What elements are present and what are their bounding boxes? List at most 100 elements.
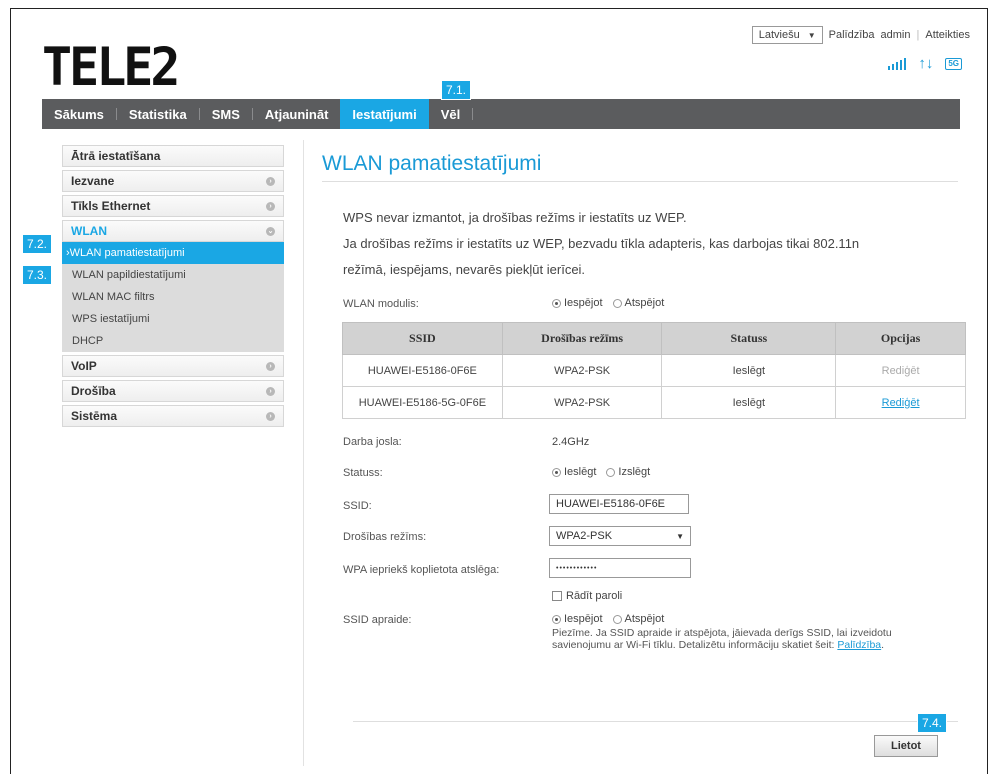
sidebar-subitem-label: WLAN pamatiestatījumi (69, 247, 185, 259)
show-password-checkbox[interactable] (552, 591, 562, 601)
band-label: Darba josla: (343, 436, 402, 448)
band-value: 2.4GHz (552, 436, 590, 448)
edit-link[interactable]: Rediģēt (882, 365, 920, 377)
radio-icon[interactable] (612, 614, 622, 624)
signal-icon (888, 58, 907, 70)
wlan-disable-option[interactable]: Atspējot (612, 297, 665, 309)
ssid-input[interactable]: HUAWEI-E5186-0F6E (549, 494, 689, 514)
chevron-down-icon: ⌄ (266, 226, 275, 236)
radio-selected-icon[interactable] (552, 467, 561, 477)
sidebar-item-label: VoIP (71, 359, 97, 373)
sidebar-item-voip[interactable]: VoIP › (62, 355, 284, 377)
radio-label: Ieslēgt (564, 466, 597, 478)
main-nav: Sākums Statistika SMS Atjaunināt Iestatī… (42, 99, 960, 129)
sidebar-subitem-wlan-basic[interactable]: › WLAN pamatiestatījumi (62, 242, 284, 264)
sidebar-subitem-wps[interactable]: WPS iestatījumi (62, 308, 284, 330)
show-password-label: Rādīt paroli (566, 590, 623, 602)
wlan-module-radios: Iespējot Atspējot (552, 297, 670, 309)
sidebar-item-label: WLAN (71, 224, 107, 238)
broadcast-enable-option[interactable]: Iespējot (552, 613, 603, 625)
security-cell: WPA2-PSK (501, 354, 663, 387)
wlan-module-label: WLAN modulis: (343, 298, 419, 310)
sidebar: Ātrā iestatīšana Iezvane › Tīkls Etherne… (62, 145, 284, 430)
language-value: Latviešu (758, 29, 800, 41)
edit-link[interactable]: Rediģēt (882, 397, 920, 409)
sidebar-subitem-dhcp[interactable]: DHCP (62, 330, 284, 352)
callout-7-2: 7.2. (22, 234, 53, 254)
sidebar-item-dialup[interactable]: Iezvane › (62, 170, 284, 192)
sidebar-item-label: Ātrā iestatīšana (71, 149, 161, 163)
wpa-key-label: WPA iepriekš koplietota atslēga: (343, 564, 500, 576)
security-mode-select[interactable]: WPA2-PSK ▼ (549, 526, 691, 546)
ssid-cell: HUAWEI-E5186-5G-0F6E (342, 386, 503, 419)
column-header: Statuss (661, 322, 837, 355)
table-row: HUAWEI-E5186-5G-0F6E WPA2-PSK Ieslēgt Re… (342, 386, 966, 419)
sidebar-item-label: Iezvane (71, 174, 115, 188)
chevron-down-icon: ▼ (807, 30, 816, 40)
sidebar-item-label: Tīkls Ethernet (71, 199, 151, 213)
sidebar-item-label: Sistēma (71, 409, 118, 423)
radio-label: Izslēgt (618, 466, 651, 478)
nav-settings[interactable]: Iestatījumi (340, 99, 429, 129)
help-link[interactable]: Palīdzība (829, 29, 875, 41)
callout-7-4: 7.4. (917, 713, 948, 733)
chevron-right-icon: › (266, 386, 275, 396)
separator: | (916, 29, 920, 41)
sidebar-item-wlan[interactable]: WLAN ⌄ (62, 220, 284, 242)
wlan-enable-option[interactable]: Iespējot (552, 297, 603, 309)
divider (353, 721, 958, 722)
nav-update[interactable]: Atjaunināt (253, 99, 341, 129)
nav-separator (472, 108, 474, 120)
page-title: WLAN pamatiestatījumi (322, 152, 542, 175)
security-mode-value: WPA2-PSK (556, 530, 613, 542)
ssid-broadcast-radios: Iespējot Atspējot (552, 613, 670, 625)
nav-more[interactable]: Vēl (429, 99, 473, 129)
radio-icon[interactable] (612, 298, 622, 308)
info-text: Ja drošības režīms ir iestatīts uz WEP, … (343, 236, 860, 251)
wpa-key-input[interactable]: •••••••••••• (549, 558, 691, 578)
radio-label: Atspējot (624, 613, 665, 625)
tele2-logo: TELE2 (42, 36, 181, 98)
sidebar-item-security[interactable]: Drošība › (62, 380, 284, 402)
chevron-right-icon: › (266, 361, 275, 371)
radio-label: Iespējot (564, 297, 603, 309)
sidebar-item-ethernet[interactable]: Tīkls Ethernet › (62, 195, 284, 217)
status-off-option[interactable]: Izslēgt (606, 466, 650, 478)
chevron-right-icon: › (266, 176, 275, 186)
broadcast-disable-option[interactable]: Atspējot (612, 613, 665, 625)
security-mode-label: Drošības režīms: (343, 531, 427, 543)
ssid-cell: HUAWEI-E5186-0F6E (342, 354, 503, 387)
options-cell: Rediģēt (835, 386, 966, 419)
language-select[interactable]: Latviešu ▼ (751, 26, 823, 44)
security-cell: WPA2-PSK (501, 386, 663, 419)
ssid-table: SSID Drošības režīms Statuss Opcijas HUA… (342, 322, 966, 419)
wlan-submenu: › WLAN pamatiestatījumi WLAN papildiesta… (62, 242, 284, 352)
column-header: SSID (342, 322, 503, 355)
radio-selected-icon[interactable] (552, 614, 561, 624)
nav-statistics[interactable]: Statistika (117, 99, 199, 129)
divider (322, 181, 958, 182)
logout-link[interactable]: Atteikties (925, 29, 970, 41)
show-password-row: Rādīt paroli (552, 590, 622, 602)
help-link[interactable]: Palīdzība (837, 639, 881, 651)
callout-7-3: 7.3. (22, 265, 53, 285)
broadcast-note: Piezīme. Ja SSID apraide ir atspējota, j… (552, 627, 892, 651)
nav-home[interactable]: Sākums (42, 99, 116, 129)
nav-sms[interactable]: SMS (200, 99, 252, 129)
info-text: WPS nevar izmantot, ja drošības režīms i… (343, 210, 687, 225)
radio-selected-icon[interactable] (552, 298, 561, 308)
transfer-arrows-icon: ↑↓ (918, 55, 934, 72)
apply-button[interactable]: Lietot (874, 735, 938, 757)
radio-icon[interactable] (606, 467, 616, 477)
sidebar-item-label: Drošība (71, 384, 116, 398)
sidebar-item-system[interactable]: Sistēma › (62, 405, 284, 427)
chevron-right-icon: › (266, 411, 275, 421)
chevron-down-icon: ▼ (676, 531, 684, 541)
sidebar-subitem-wlan-mac-filter[interactable]: WLAN MAC filtrs (62, 286, 284, 308)
5g-icon: 5G (945, 58, 962, 70)
radio-label: Atspējot (624, 297, 665, 309)
sidebar-subitem-wlan-advanced[interactable]: WLAN papildiestatījumi (62, 264, 284, 286)
sidebar-item-quick-setup[interactable]: Ātrā iestatīšana (62, 145, 284, 167)
column-header: Drošības režīms (501, 322, 663, 355)
status-on-option[interactable]: Ieslēgt (552, 466, 596, 478)
